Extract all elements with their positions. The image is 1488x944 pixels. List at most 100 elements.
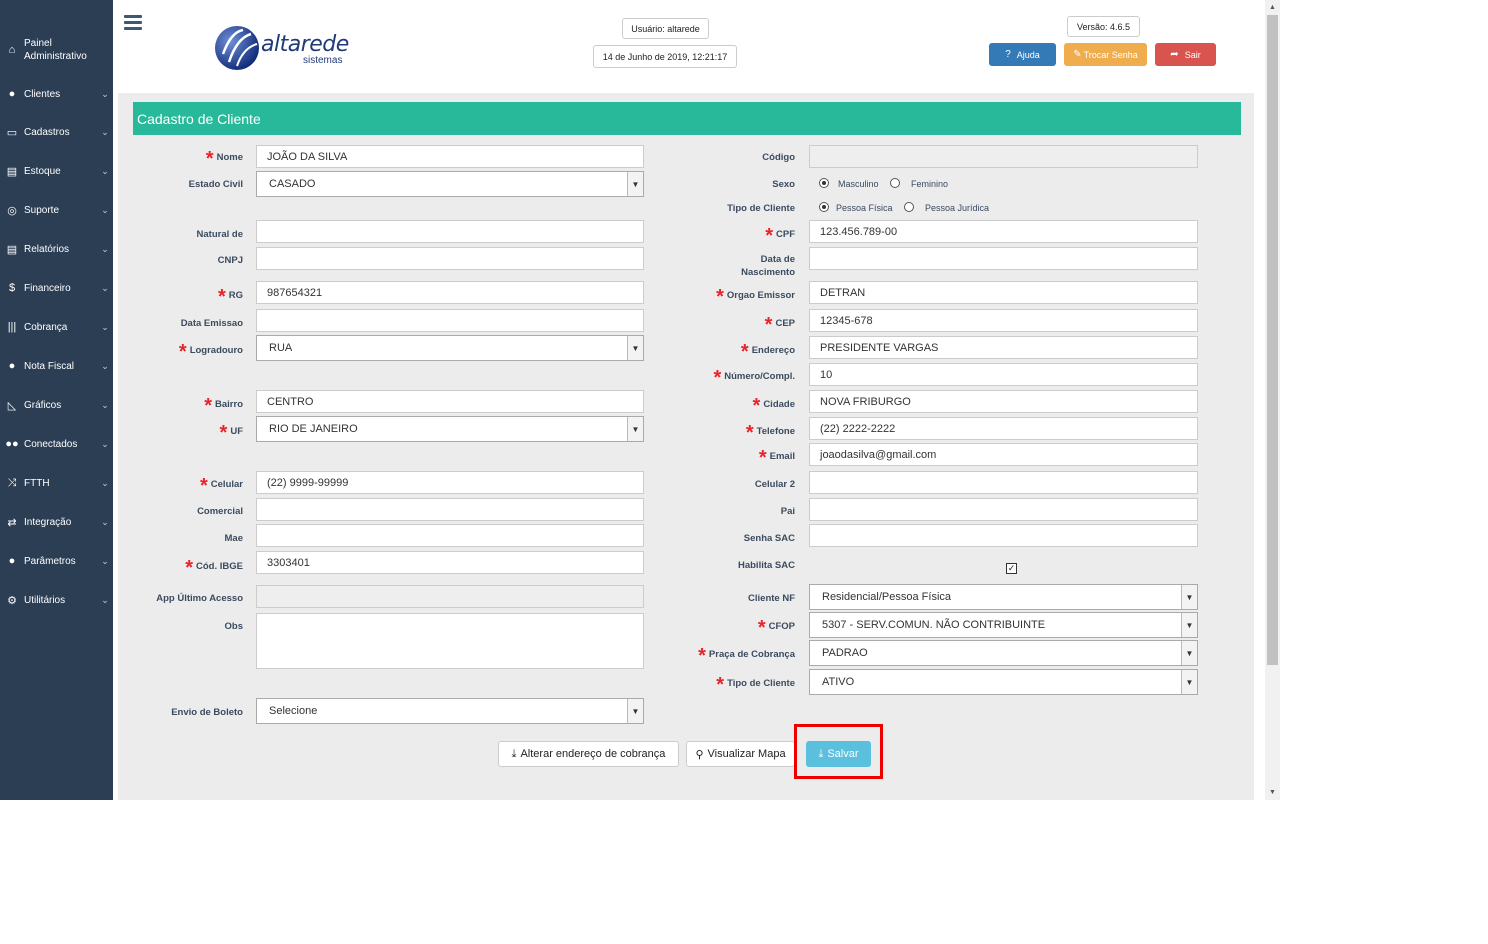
sidebar: ⌂ Painel Administrativo ● Clientes ⌄ ▭ Cadastr… <box>0 0 113 800</box>
sidebar-item-label: Cadastros <box>24 126 70 138</box>
chevron-down-icon: ⌄ <box>101 399 109 410</box>
chevron-down-icon[interactable]: ▼ <box>1181 585 1197 609</box>
alterar-endereco-button[interactable]: ⤓ Alterar endereço de cobrança <box>498 741 679 767</box>
sidebar-item-suporte[interactable]: ◎ Suporte ⌄ <box>0 192 113 228</box>
sidebar-item-integra-o[interactable]: ⇄ Integração ⌄ <box>0 504 113 540</box>
cpf-label: * CPF <box>765 226 795 246</box>
logradouro-select[interactable]: RUA ▼ <box>256 335 644 361</box>
printer-icon: ▤ <box>6 165 18 178</box>
pessoa-juridica-radio[interactable] <box>904 202 914 212</box>
scrollbar-thumb[interactable] <box>1267 15 1278 665</box>
cfop-select[interactable]: 5307 - SERV.COMUN. NÃO CONTRIBUINTE ▼ <box>809 612 1198 638</box>
codigo-label: Código <box>762 151 795 164</box>
sidebar-item-ftth[interactable]: ⤨ FTTH ⌄ <box>0 465 113 501</box>
cliente-nf-select[interactable]: Residencial/Pessoa Física ▼ <box>809 584 1198 610</box>
sidebar-item-utilit-rios[interactable]: ⚙ Utilitários ⌄ <box>0 582 113 618</box>
help-button[interactable]: ? Ajuda <box>989 43 1056 66</box>
cidade-input[interactable]: NOVA FRIBURGO <box>809 390 1198 413</box>
mae-input[interactable] <box>256 524 644 547</box>
cpf-input[interactable]: 123.456.789-00 <box>809 220 1198 243</box>
sidebar-item-estoque[interactable]: ▤ Estoque ⌄ <box>0 153 113 189</box>
sidebar-item-cadastros[interactable]: ▭ Cadastros ⌄ <box>0 114 113 150</box>
obs-label: Obs <box>225 620 243 633</box>
sidebar-item-financeiro[interactable]: $ Financeiro ⌄ <box>0 270 113 306</box>
celular-input[interactable]: (22) 9999-99999 <box>256 471 644 494</box>
download-icon: ⤓ <box>511 747 517 760</box>
vertical-scrollbar[interactable]: ▲ ▼ <box>1265 0 1280 800</box>
required-asterisk-icon: * <box>740 341 749 363</box>
senha-sac-input[interactable] <box>809 524 1198 547</box>
sidebar-item-par-metros[interactable]: ● Parâmetros ⌄ <box>0 543 113 579</box>
tipo-cliente-select[interactable]: ATIVO ▼ <box>809 669 1198 695</box>
cnpj-label: CNPJ <box>218 254 243 267</box>
scroll-down-icon[interactable]: ▼ <box>1265 785 1280 800</box>
cod-ibge-input[interactable]: 3303401 <box>256 551 644 574</box>
envio-boleto-select[interactable]: Selecione ▼ <box>256 698 644 724</box>
chevron-down-icon[interactable]: ▼ <box>627 417 643 441</box>
rg-input[interactable]: 987654321 <box>256 281 644 304</box>
codigo-input[interactable] <box>809 145 1198 168</box>
comercial-input[interactable] <box>256 498 644 521</box>
label-text: Sexo <box>772 179 795 190</box>
sidebar-item-conectados[interactable]: ●● Conectados ⌄ <box>0 426 113 462</box>
app-ultimo-acesso-input[interactable] <box>256 585 644 608</box>
logout-button[interactable]: ➦ Sair <box>1155 43 1216 66</box>
sidebar-item-label: Painel Administrativo <box>24 38 87 62</box>
label-text: Senha SAC <box>743 533 795 544</box>
orgao-emissor-input[interactable]: DETRAN <box>809 281 1198 304</box>
label-text: CNPJ <box>217 255 243 266</box>
estado-civil-select[interactable]: CASADO ▼ <box>256 171 644 197</box>
mae-label: Mae <box>225 532 243 545</box>
sidebar-item-cobran-a[interactable]: ||| Cobrança ⌄ <box>0 309 113 345</box>
sidebar-item-nota-fiscal[interactable]: ● Nota Fiscal ⌄ <box>0 348 113 384</box>
label-text: Natural de <box>196 229 243 240</box>
sidebar-item-label: Parâmetros <box>24 555 76 567</box>
cep-input[interactable]: 12345-678 <box>809 309 1198 332</box>
chevron-down-icon[interactable]: ▼ <box>627 172 643 196</box>
obs-textarea[interactable] <box>256 613 644 669</box>
praca-cobranca-select[interactable]: PADRAO ▼ <box>809 640 1198 666</box>
data-nascimento-input[interactable] <box>809 247 1198 270</box>
email-input[interactable]: joaodasilva@gmail.com <box>809 443 1198 466</box>
scroll-up-icon[interactable]: ▲ <box>1265 0 1280 15</box>
chevron-down-icon[interactable]: ▼ <box>1181 641 1197 665</box>
nome-input[interactable]: JOÃO DA SILVA <box>256 145 644 168</box>
sidebar-item-gr-ficos[interactable]: ◺ Gráficos ⌄ <box>0 387 113 423</box>
sexo-feminino-radio[interactable] <box>890 178 900 188</box>
sidebar-item-relat-rios[interactable]: ▤ Relatórios ⌄ <box>0 231 113 267</box>
printer-icon: ▤ <box>6 243 18 256</box>
pai-label: Pai <box>781 505 795 518</box>
numero-input[interactable]: 10 <box>809 363 1198 386</box>
exchange-icon: ⇄ <box>7 516 17 529</box>
chevron-down-icon[interactable]: ▼ <box>1181 613 1197 637</box>
hamburger-menu-icon[interactable] <box>124 15 142 31</box>
label-text: Habilita SAC <box>737 560 795 571</box>
chevron-down-icon[interactable]: ▼ <box>627 336 643 360</box>
cnpj-input[interactable] <box>256 247 644 270</box>
label-text: Cidade <box>763 399 795 411</box>
natural-de-input[interactable] <box>256 220 644 243</box>
sidebar-item-clientes[interactable]: ● Clientes ⌄ <box>0 76 113 112</box>
pai-input[interactable] <box>809 498 1198 521</box>
chevron-down-icon[interactable]: ▼ <box>1181 670 1197 694</box>
uf-select[interactable]: RIO DE JANEIRO ▼ <box>256 416 644 442</box>
bairro-input[interactable]: CENTRO <box>256 390 644 413</box>
endereco-input[interactable]: PRESIDENTE VARGAS <box>809 336 1198 359</box>
required-asterisk-icon: * <box>716 286 724 308</box>
save-button[interactable]: ⤓ Salvar <box>806 741 871 767</box>
celular2-input[interactable] <box>809 471 1198 494</box>
label-text: Celular <box>210 479 243 491</box>
change-password-button[interactable]: ✎ Trocar Senha <box>1064 43 1147 66</box>
label-text: Número/Compl. <box>724 371 795 383</box>
chevron-down-icon[interactable]: ▼ <box>627 699 643 723</box>
pessoa-fisica-radio[interactable] <box>819 202 829 212</box>
sexo-masculino-radio[interactable] <box>819 178 829 188</box>
visualizar-mapa-button[interactable]: ⚲ Visualizar Mapa <box>686 741 795 767</box>
sidebar-item-painel-administrativo[interactable]: ⌂ Painel Administrativo <box>0 32 113 68</box>
telefone-input[interactable]: (22) 2222-2222 <box>809 417 1198 440</box>
sidebar-item-label: Nota Fiscal <box>24 360 75 372</box>
cidade-label: * Cidade <box>753 396 795 416</box>
habilita-sac-checkbox[interactable]: ✓ <box>1006 563 1017 574</box>
data-emissao-input[interactable] <box>256 309 644 332</box>
cfop-label: * CFOP <box>758 618 795 638</box>
